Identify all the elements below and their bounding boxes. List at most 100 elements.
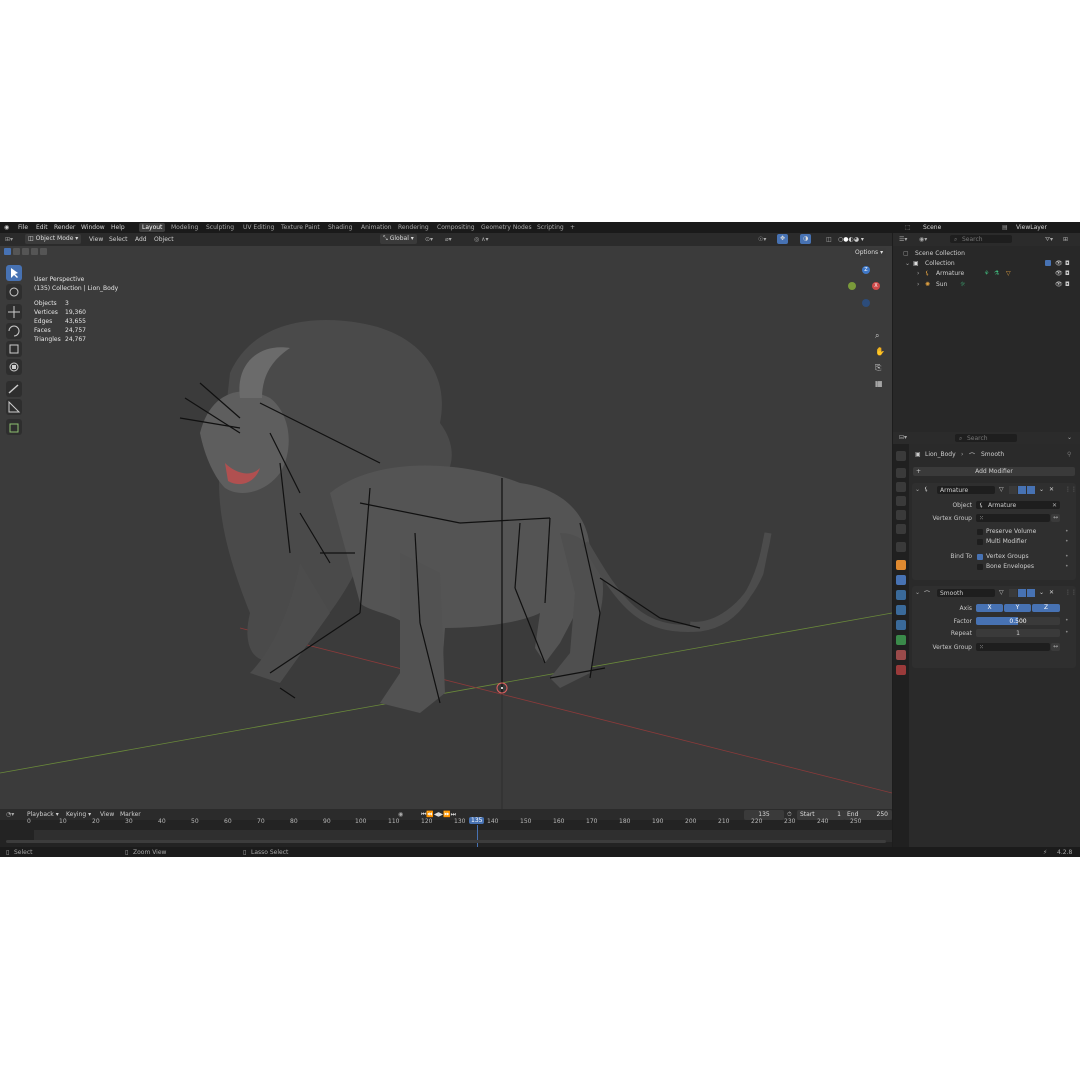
chevron-down-icon[interactable]: ⌄ <box>1067 434 1072 441</box>
menu-object[interactable]: Object <box>154 236 174 243</box>
gizmo-y-axis[interactable] <box>848 282 856 290</box>
annotate-tool[interactable] <box>6 381 22 397</box>
tab-layout[interactable]: Layout <box>139 223 166 232</box>
viewport-scene[interactable] <box>0 233 892 809</box>
tab-scripting[interactable]: Scripting <box>537 224 564 231</box>
breadcrumb-object[interactable]: Lion_Body <box>925 451 956 458</box>
vertex-groups-checkbox[interactable] <box>977 554 983 560</box>
visibility-eye-icon[interactable]: 👁 <box>1055 270 1063 277</box>
timeline-scrollbar[interactable] <box>6 840 886 843</box>
add-cube-tool[interactable] <box>6 419 22 435</box>
menu-marker[interactable]: Marker <box>120 811 141 818</box>
xray-icon[interactable]: ◫ <box>826 236 832 243</box>
tab-rendering[interactable]: Rendering <box>398 224 429 231</box>
expand-chevron-icon[interactable]: › <box>917 281 919 288</box>
collapse-chevron-icon[interactable]: ⌄ <box>915 589 920 596</box>
navigation-gizmo[interactable]: Z X <box>844 265 888 315</box>
smooth-modifier-name-field[interactable]: Smooth <box>937 589 995 597</box>
physics-tab-icon[interactable] <box>896 605 906 615</box>
visibility-eye-icon[interactable]: 👁 <box>1055 281 1063 288</box>
add-workspace-button[interactable]: + <box>570 224 575 231</box>
render-tab-icon[interactable] <box>896 468 906 478</box>
pin-icon[interactable]: ⚲ <box>1067 451 1071 458</box>
particles-tab-icon[interactable] <box>896 590 906 600</box>
edit-mode-icon[interactable]: ▽ <box>999 589 1004 596</box>
pivot-icon[interactable]: ⊙▾ <box>425 236 433 243</box>
render-camera-icon[interactable]: ◘ <box>1065 260 1070 267</box>
overlay-toggle[interactable]: ◑ <box>800 234 812 244</box>
viewlayer-icon[interactable]: ▤ <box>1002 224 1008 231</box>
cage-icon[interactable] <box>1009 589 1017 597</box>
drag-handle-icon[interactable]: ⋮⋮ <box>1065 486 1077 493</box>
cursor-tool[interactable] <box>6 284 22 300</box>
timeline-editor[interactable]: ◔▾ Playback ▾ Keying ▾ View Marker ◉ ⏮⏪◀… <box>0 809 892 847</box>
invert-vgroup-icon[interactable]: ↔ <box>1051 643 1060 651</box>
menu-keying[interactable]: Keying ▾ <box>66 811 91 818</box>
clear-icon[interactable]: ✕ <box>1052 502 1057 509</box>
options-dropdown[interactable]: Options ▾ <box>852 248 887 258</box>
viewport-display-icon[interactable] <box>1018 486 1026 494</box>
select-new-icon[interactable] <box>4 248 11 255</box>
tab-uv-editing[interactable]: UV Editing <box>243 224 274 231</box>
tab-texture-paint[interactable]: Texture Paint <box>281 224 320 231</box>
collapse-chevron-icon[interactable]: ⌄ <box>915 486 920 493</box>
render-camera-icon[interactable]: ◘ <box>1065 281 1070 288</box>
select-invert-icon[interactable] <box>31 248 38 255</box>
keyframe-dot-icon[interactable]: • <box>1065 538 1069 545</box>
menu-add[interactable]: Add <box>135 236 147 243</box>
material-tab-icon[interactable] <box>896 650 906 660</box>
rotate-tool[interactable] <box>6 323 22 339</box>
playhead-line[interactable] <box>477 825 478 847</box>
tab-compositing[interactable]: Compositing <box>437 224 475 231</box>
menu-playback[interactable]: Playback ▾ <box>27 811 59 818</box>
collection-tab-icon[interactable] <box>896 542 906 552</box>
render-display-icon[interactable] <box>1027 589 1035 597</box>
outliner-search-input[interactable]: ⌕ Search <box>950 235 1012 243</box>
proportional-edit-icon[interactable]: ◎ ∧▾ <box>474 236 489 243</box>
tab-animation[interactable]: Animation <box>361 224 392 231</box>
outliner-item-armature[interactable]: Armature <box>936 270 964 277</box>
axis-z-toggle[interactable]: Z <box>1032 604 1060 612</box>
next-keyframe-icon[interactable]: ⏩ <box>443 811 450 818</box>
menu-select[interactable]: Select <box>109 236 128 243</box>
outliner-item-sun[interactable]: Sun <box>936 281 947 288</box>
filter-icon[interactable]: ⛛▾ <box>1045 236 1053 244</box>
modifier-tab-wrench-icon[interactable] <box>896 575 906 585</box>
pan-hand-icon[interactable]: ✋ <box>875 347 885 356</box>
edit-mode-icon[interactable]: ▽ <box>999 486 1004 493</box>
jump-end-icon[interactable]: ⏭ <box>451 811 456 818</box>
cage-icon[interactable] <box>1009 486 1017 494</box>
tab-geometry-nodes[interactable]: Geometry Nodes <box>481 224 532 231</box>
select-extend-icon[interactable] <box>13 248 20 255</box>
select-subtract-icon[interactable] <box>22 248 29 255</box>
object-field[interactable]: ⚸ Armature ✕ <box>976 501 1060 509</box>
rendered-shading-icon[interactable]: ◕ <box>854 236 859 243</box>
vertex-group-field[interactable]: ⁙ <box>976 643 1050 651</box>
menu-help[interactable]: Help <box>111 224 125 231</box>
tab-sculpting[interactable]: Sculpting <box>206 224 234 231</box>
3d-viewport[interactable]: ⊞▾ ◫ Object Mode ▾ View Select Add Objec… <box>0 233 892 809</box>
outliner-panel[interactable]: ☰▾ ◉▾ ⌕ Search ⛛▾ ⊞ ▢ Scene Collection ⌄ … <box>893 233 1080 432</box>
scene-collection-label[interactable]: Scene Collection <box>915 250 965 257</box>
tab-modeling[interactable]: Modeling <box>171 224 198 231</box>
render-camera-icon[interactable]: ◘ <box>1065 270 1070 277</box>
factor-slider[interactable]: 0.500 <box>976 617 1060 625</box>
transform-tool[interactable] <box>6 359 22 375</box>
keyframe-dot-icon[interactable]: • <box>1065 528 1069 535</box>
keyframe-dot-icon[interactable]: • <box>1065 553 1069 560</box>
editor-type-icon[interactable]: ⊞▾ <box>5 236 13 243</box>
world-tab-icon[interactable] <box>896 524 906 534</box>
camera-view-icon[interactable]: ⎘ <box>875 363 881 373</box>
blender-logo-icon[interactable]: ◉ <box>4 224 9 231</box>
snap-icon[interactable]: ⌀▾ <box>445 236 452 243</box>
data-tab-icon[interactable] <box>896 635 906 645</box>
view-layer-tab-icon[interactable] <box>896 496 906 506</box>
collection-label[interactable]: Collection <box>925 260 955 267</box>
bone-envelopes-checkbox[interactable] <box>977 564 983 570</box>
viewport-display-icon[interactable] <box>1018 589 1026 597</box>
menu-window[interactable]: Window <box>81 224 105 231</box>
gizmo-z-axis[interactable]: Z <box>862 266 870 274</box>
gizmo-neg-z-axis[interactable] <box>862 299 870 307</box>
keyframe-dot-icon[interactable]: • <box>1065 563 1069 570</box>
add-modifier-button[interactable]: + Add Modifier <box>913 467 1075 476</box>
